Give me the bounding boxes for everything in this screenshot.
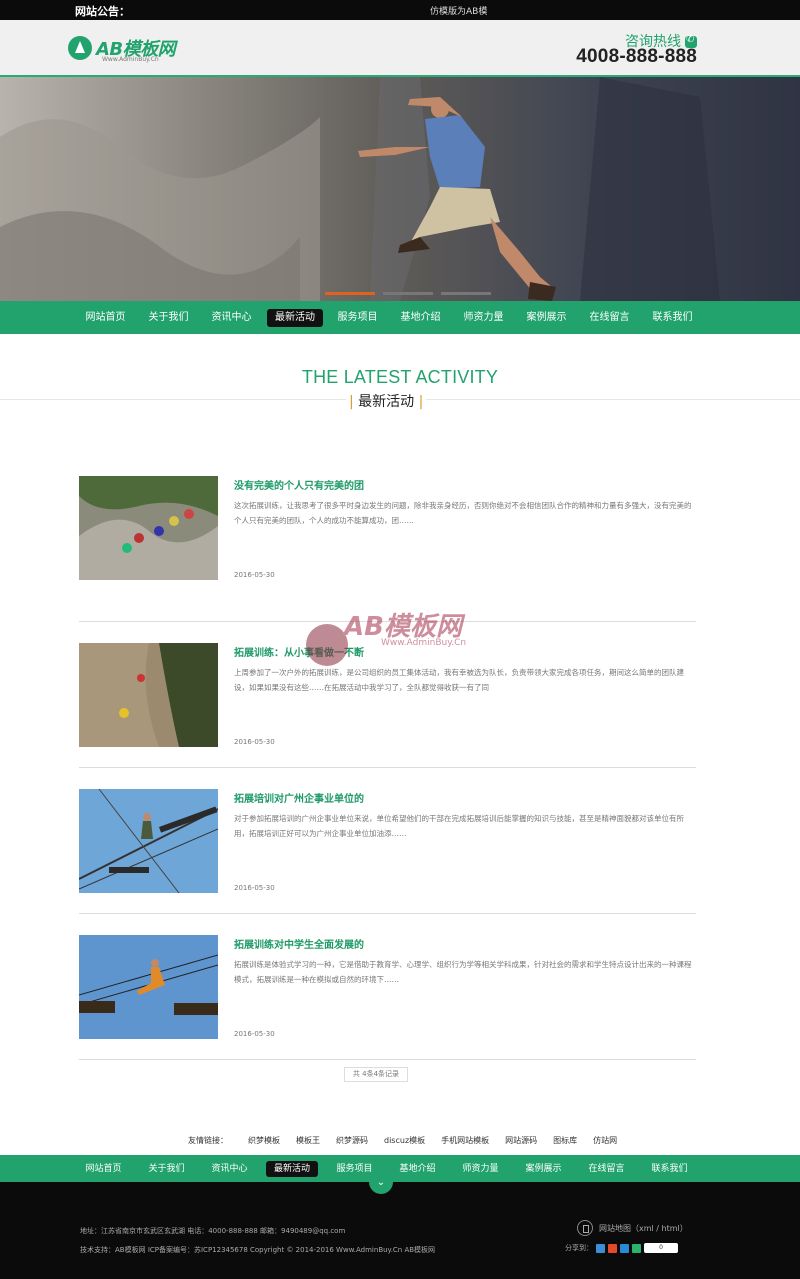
logo-sub: Www.AdminBuy.Cn <box>102 56 159 63</box>
footer-nav-teachers[interactable]: 师资力量 <box>449 1161 512 1177</box>
footer-nav-contact[interactable]: 联系我们 <box>638 1161 701 1177</box>
sitemap-link[interactable]: 网站地图（xml / html） <box>577 1220 688 1236</box>
slider-dots <box>325 292 491 295</box>
hotline-number: 4008-888-888 <box>576 46 697 67</box>
share-weibo-icon[interactable] <box>608 1243 617 1253</box>
nav-item-cases[interactable]: 案例展示 <box>515 309 578 327</box>
nav-item-teachers[interactable]: 师资力量 <box>452 309 515 327</box>
watermark-mark-icon <box>306 624 348 666</box>
article-summary: 这次拓展训练，让我思考了很多平时身边发生的问题，除非我亲身经历，否则你绝对不会相… <box>234 501 692 525</box>
title-bar-left: | <box>349 394 354 410</box>
share-label: 分享到： <box>565 1244 593 1252</box>
list-item: 没有完美的个人只有完美的团 这次拓展训练，让我思考了很多平时身边发生的问题，除非… <box>79 476 696 622</box>
banner-image <box>0 77 800 301</box>
friend-link[interactable]: 图标库 <box>553 1135 577 1146</box>
footer-nav-activity[interactable]: 最新活动 <box>266 1160 318 1177</box>
friend-links-label: 友情链接： <box>188 1136 228 1145</box>
watermark-logo: AB模板网 Www.AdminBuy.Cn <box>306 606 506 676</box>
section-title-cn-wrap: | 最新活动 | <box>346 391 427 411</box>
article-date: 2016-05-30 <box>234 738 275 746</box>
article-thumbnail[interactable] <box>79 935 218 1039</box>
article-summary: 拓展训练是体验式学习的一种，它是借助于教育学、心理学、组织行为学等相关学科成果，… <box>234 960 692 984</box>
article-title[interactable]: 拓展培训对广州企事业单位的 <box>234 790 364 805</box>
nav-item-services[interactable]: 服务项目 <box>326 309 389 327</box>
article-list: 没有完美的个人只有完美的团 这次拓展训练，让我思考了很多平时身边发生的问题，除非… <box>79 476 696 1060</box>
notice-label: 网站公告： <box>75 5 130 18</box>
share-bar: 分享到： 0 <box>565 1243 678 1253</box>
friend-link[interactable]: 织梦模板 <box>248 1135 280 1146</box>
hero-banner[interactable] <box>0 77 800 301</box>
footer-nav-about[interactable]: 关于我们 <box>135 1161 198 1177</box>
footer-nav: 网站首页 关于我们 资讯中心 最新活动 服务项目 基地介绍 师资力量 案例展示 … <box>0 1155 800 1182</box>
nav-item-base[interactable]: 基地介绍 <box>389 309 452 327</box>
friend-link[interactable]: 织梦源码 <box>336 1135 368 1146</box>
nav-item-news[interactable]: 资讯中心 <box>200 309 263 327</box>
section-title-en: THE LATEST ACTIVITY <box>301 367 499 387</box>
title-bar-right: | <box>418 394 424 410</box>
footer-nav-message[interactable]: 在线留言 <box>575 1161 638 1177</box>
article-thumbnail[interactable] <box>79 476 218 580</box>
footer-nav-news[interactable]: 资讯中心 <box>198 1161 261 1177</box>
site-logo[interactable]: AB模板网 Www.AdminBuy.Cn <box>68 34 178 64</box>
share-renren-icon[interactable] <box>632 1243 641 1253</box>
article-date: 2016-05-30 <box>234 571 275 579</box>
footer-copyright: 技术支持：AB模板网 ICP备案编号：苏ICP12345678 Copyrigh… <box>80 1246 436 1254</box>
main-nav: 网站首页 关于我们 资讯中心 最新活动 服务项目 基地介绍 师资力量 案例展示 … <box>0 301 800 334</box>
notice-bar: 网站公告： 仿模版为AB模 <box>0 0 800 20</box>
footer-nav-base[interactable]: 基地介绍 <box>386 1161 449 1177</box>
site-footer: 地址：江苏省南京市玄武区玄武湖 电话：4000-888-888 邮箱：94904… <box>0 1182 800 1279</box>
nav-item-about[interactable]: 关于我们 <box>137 309 200 327</box>
article-date: 2016-05-30 <box>234 884 275 892</box>
friend-link[interactable]: 网站源码 <box>505 1135 537 1146</box>
list-item: 拓展训练对中学生全面发展的 拓展训练是体验式学习的一种，它是借助于教育学、心理学… <box>79 914 696 1060</box>
share-count: 0 <box>644 1243 678 1253</box>
friend-link[interactable]: 模板王 <box>296 1135 320 1146</box>
nav-item-activity[interactable]: 最新活动 <box>267 308 323 327</box>
footer-nav-home[interactable]: 网站首页 <box>72 1161 135 1177</box>
nav-item-home[interactable]: 网站首页 <box>74 309 137 327</box>
slider-dot[interactable] <box>325 292 375 295</box>
article-summary: 对于参加拓展培训的广州企事业单位来说，单位希望他们的干部在完成拓展培训后能掌握的… <box>234 814 684 838</box>
friend-link[interactable]: 仿站网 <box>593 1135 617 1146</box>
article-thumbnail[interactable] <box>79 643 218 747</box>
logo-mark-icon <box>68 36 92 60</box>
friend-links: 友情链接： 织梦模板 模板王 织梦源码 discuz模板 手机网站模板 网站源码… <box>188 1135 633 1146</box>
share-tqq-icon[interactable] <box>620 1243 629 1253</box>
sitemap-label: 网站地图（xml / html） <box>599 1223 688 1233</box>
friend-link[interactable]: discuz模板 <box>384 1135 425 1146</box>
footer-contact: 地址：江苏省南京市玄武区玄武湖 电话：4000-888-888 邮箱：94904… <box>80 1227 346 1235</box>
article-date: 2016-05-30 <box>234 1030 275 1038</box>
notice-text[interactable]: 仿模版为AB模 <box>430 4 487 17</box>
nav-item-contact[interactable]: 联系我们 <box>641 309 704 327</box>
footer-nav-cases[interactable]: 案例展示 <box>512 1161 575 1177</box>
list-item: 拓展培训对广州企事业单位的 对于参加拓展培训的广州企事业单位来说，单位希望他们的… <box>79 768 696 914</box>
footer-nav-services[interactable]: 服务项目 <box>323 1161 386 1177</box>
section-title: THE LATEST ACTIVITY | 最新活动 | <box>0 367 800 411</box>
watermark-sub: Www.AdminBuy.Cn <box>381 638 467 648</box>
section-title-cn: 最新活动 <box>358 394 415 410</box>
article-title[interactable]: 没有完美的个人只有完美的团 <box>234 477 364 492</box>
slider-dot[interactable] <box>383 292 433 295</box>
friend-link[interactable]: 手机网站模板 <box>441 1135 489 1146</box>
share-qzone-icon[interactable] <box>596 1243 605 1253</box>
slider-dot[interactable] <box>441 292 491 295</box>
article-title[interactable]: 拓展训练对中学生全面发展的 <box>234 936 364 951</box>
sitemap-icon <box>577 1220 593 1236</box>
article-thumbnail[interactable] <box>79 789 218 893</box>
pagination[interactable]: 共 4条4条记录 <box>344 1067 408 1082</box>
nav-item-message[interactable]: 在线留言 <box>578 309 641 327</box>
